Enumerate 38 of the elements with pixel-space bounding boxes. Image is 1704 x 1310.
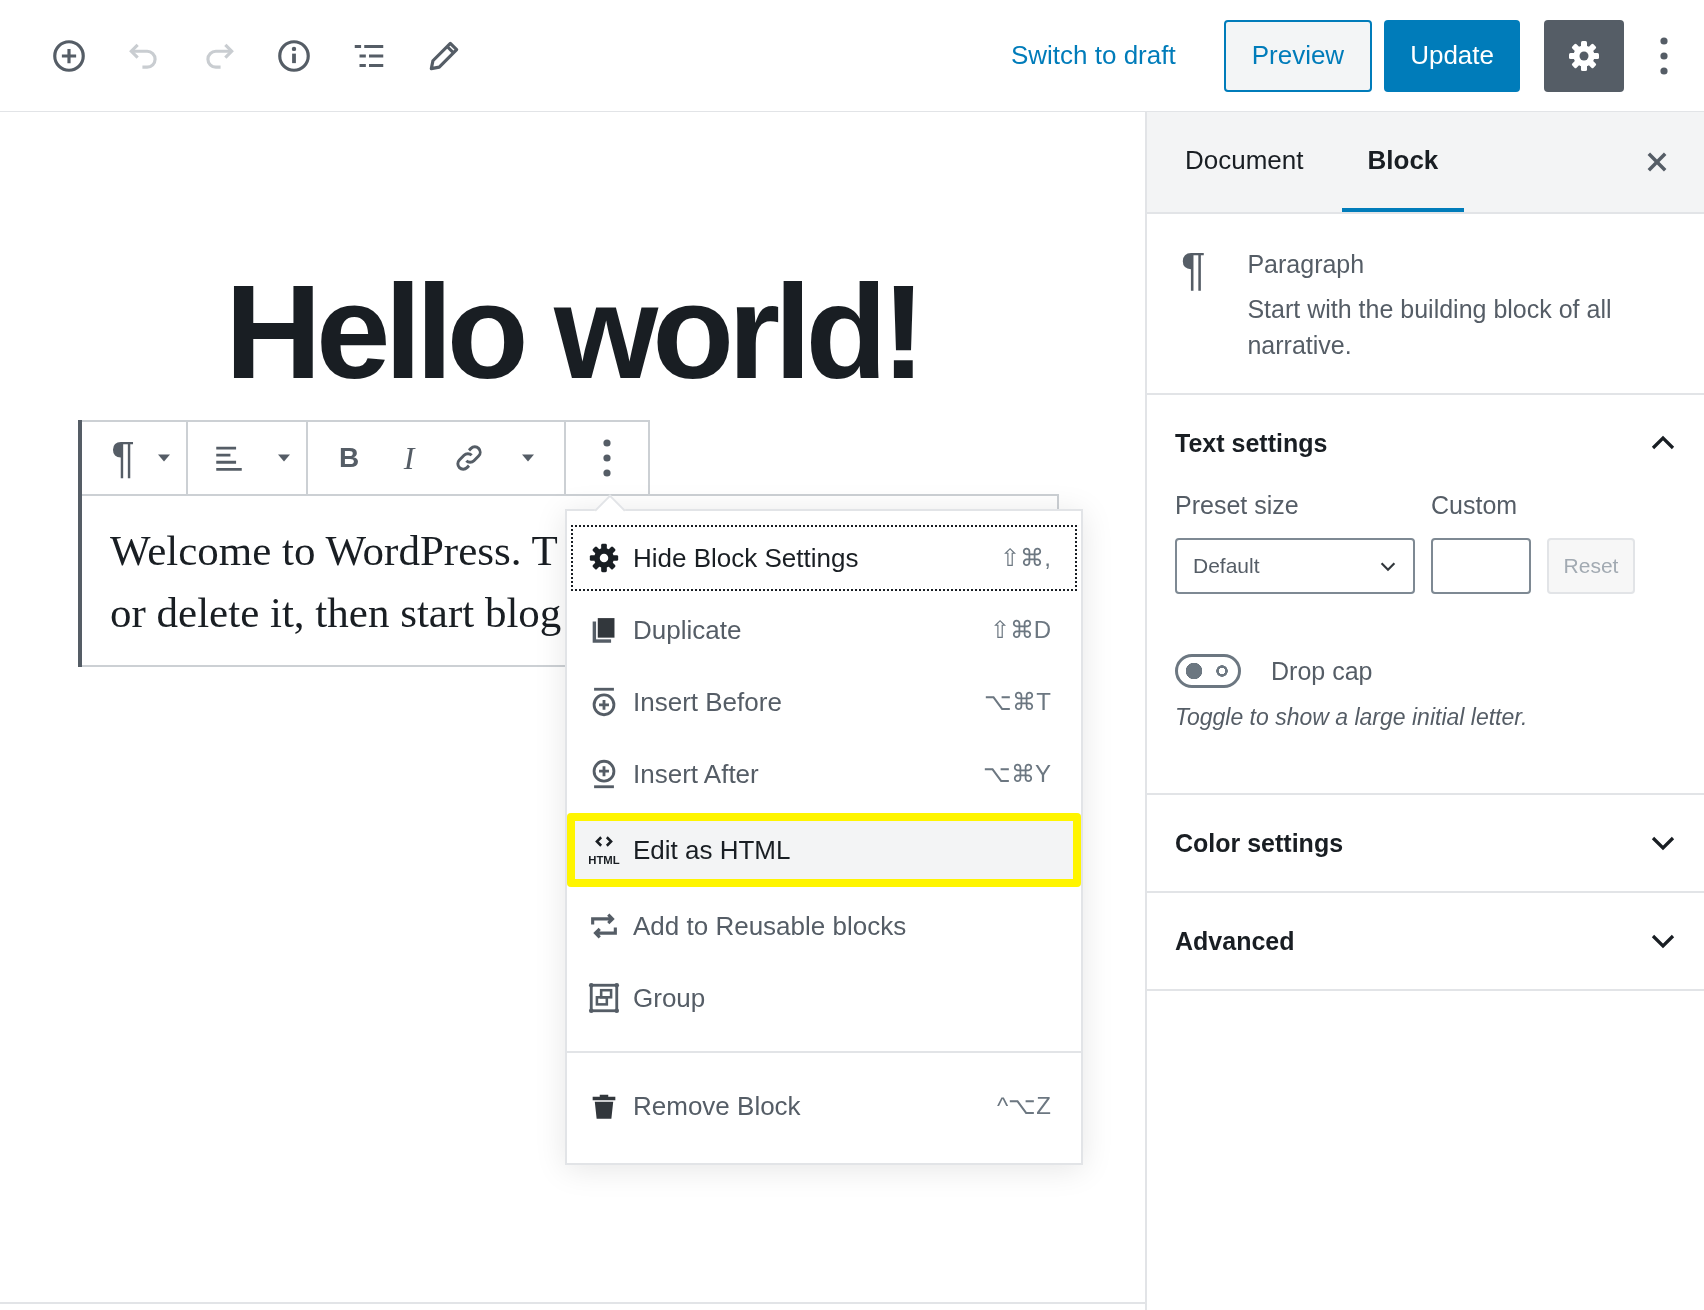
switch-to-draft-link[interactable]: Switch to draft [1010, 34, 1176, 77]
menu-item[interactable]: Duplicate ⇧⌘D [571, 597, 1077, 663]
panel-header[interactable]: Color settings [1147, 795, 1704, 891]
gear-icon [587, 541, 621, 575]
settings-button[interactable] [1544, 19, 1624, 92]
field-label: Custom [1431, 491, 1519, 520]
menu-item[interactable]: Add to Reusable blocks [571, 893, 1077, 959]
paragraph-text: or delete it, then start blog [110, 588, 562, 638]
menu-item[interactable]: HTML Edit as HTML [567, 813, 1081, 887]
block-description: Start with the building block of all narrative. [1247, 294, 1613, 361]
menu-item[interactable]: Group [571, 965, 1077, 1031]
drop-cap-label: Drop cap [1271, 656, 1373, 686]
menu-item[interactable]: Hide Block Settings ⇧⌘, [571, 525, 1077, 591]
caret-icon [278, 454, 290, 462]
italic-button[interactable]: I [384, 428, 434, 488]
update-button[interactable]: Update [1384, 19, 1520, 92]
panel-header[interactable]: Advanced [1147, 893, 1704, 989]
menu-item[interactable]: Remove Block ^⌥Z [571, 1073, 1077, 1139]
post-title: Hello world! [224, 256, 921, 408]
panel-header[interactable]: Text settings [1147, 395, 1704, 491]
menu-item[interactable]: Insert Before ⌥⌘T [571, 669, 1077, 735]
preview-button[interactable]: Preview [1223, 19, 1373, 92]
menu-item[interactable]: Insert After ⌥⌘Y [571, 741, 1077, 807]
paragraph-icon: ¶ [1181, 244, 1248, 363]
sidebar-tab[interactable]: Block [1341, 112, 1465, 212]
help-text: Toggle to show a large initial letter. [1175, 704, 1529, 731]
group-icon [587, 981, 621, 1015]
bold-button[interactable]: B [324, 428, 374, 488]
caret-icon [158, 454, 170, 462]
field-label: Preset size [1175, 491, 1300, 520]
block-type-button[interactable]: ¶ [98, 428, 148, 488]
caret-icon [522, 454, 534, 462]
drop-cap-toggle[interactable] [1175, 654, 1241, 688]
custom-size-field[interactable] [1431, 538, 1531, 594]
block-title: Paragraph [1247, 250, 1366, 279]
preset-size-select[interactable]: Default [1175, 538, 1415, 594]
sidebar-tab[interactable]: Document [1159, 112, 1330, 212]
paragraph-text: Welcome to WordPress. T [110, 526, 558, 576]
